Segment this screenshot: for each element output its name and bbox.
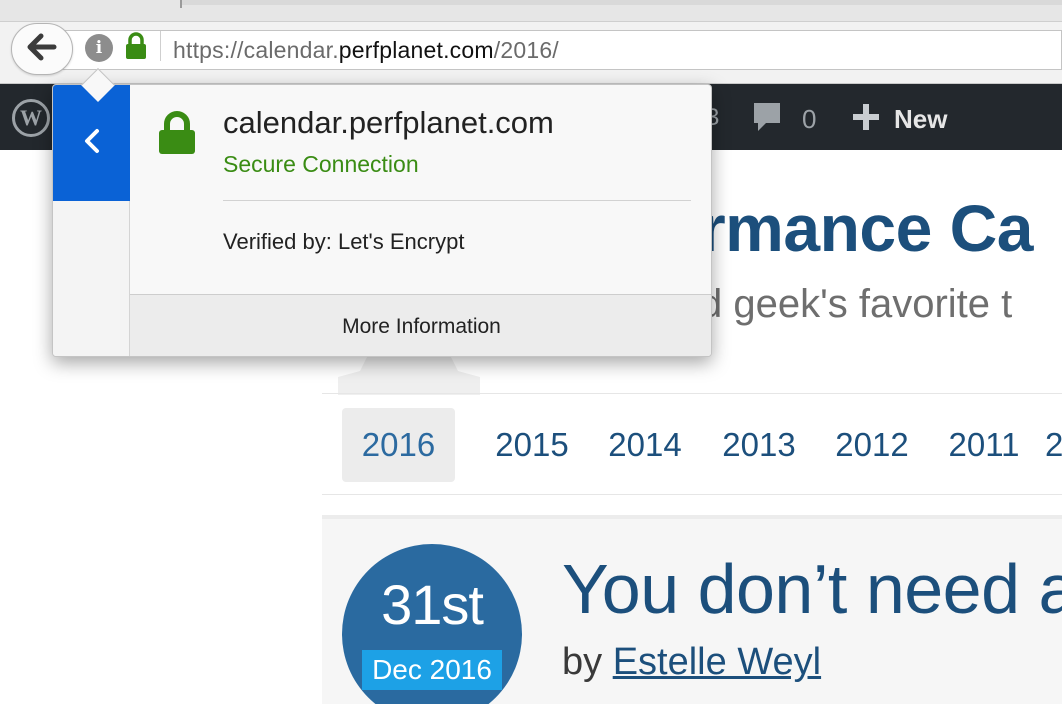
url-prefix: https://calendar. bbox=[173, 37, 339, 63]
comments-count: 0 bbox=[802, 103, 817, 134]
comment-icon bbox=[752, 101, 782, 138]
popup-host: calendar.perfplanet.com bbox=[223, 105, 554, 140]
identity-popup: calendar.perfplanet.com Secure Connectio… bbox=[52, 84, 712, 357]
date-day: 31st bbox=[381, 573, 484, 636]
mascot-image bbox=[338, 355, 480, 395]
year-link-2016[interactable]: 2016 bbox=[342, 408, 455, 482]
date-month: Dec 2016 bbox=[362, 650, 502, 690]
author-link[interactable]: Estelle Weyl bbox=[613, 641, 821, 683]
popup-divider bbox=[223, 200, 691, 201]
article-title[interactable]: You don’t need a bbox=[562, 549, 1062, 629]
info-icon: i bbox=[95, 38, 103, 58]
year-link-2012[interactable]: 2012 bbox=[822, 408, 922, 482]
arrow-left-icon bbox=[27, 33, 57, 66]
year-link-2011[interactable]: 2011 bbox=[934, 408, 1034, 482]
year-link-2014[interactable]: 2014 bbox=[595, 408, 695, 482]
site-info-button[interactable]: i bbox=[85, 34, 113, 62]
article-card: 31st Dec 2016 You don’t need a by Estell… bbox=[322, 515, 1062, 704]
verified-by-label: Verified by: Let's Encrypt bbox=[223, 229, 465, 254]
secure-connection-status: Secure Connection bbox=[223, 151, 419, 177]
chevron-left-icon bbox=[83, 128, 101, 159]
lock-icon bbox=[157, 111, 197, 155]
byline-label: by bbox=[562, 641, 603, 683]
year-link-2013[interactable]: 2013 bbox=[709, 408, 809, 482]
site-tagline: d geek's favorite t bbox=[700, 282, 1013, 326]
tab-strip-edge bbox=[182, 0, 1062, 5]
lock-icon[interactable] bbox=[124, 32, 148, 60]
year-link-partial[interactable]: 2 bbox=[1045, 408, 1062, 482]
plus-icon bbox=[852, 103, 880, 136]
admin-bar-new[interactable]: New bbox=[852, 102, 947, 136]
url-bar[interactable]: https://calendar.perfplanet.com/2016/ bbox=[60, 30, 1062, 70]
date-badge: 31st Dec 2016 bbox=[342, 544, 522, 704]
tab-strip bbox=[0, 0, 1062, 22]
url-path: /2016/ bbox=[493, 37, 559, 63]
popup-back-button[interactable] bbox=[53, 85, 130, 201]
back-button[interactable] bbox=[11, 23, 73, 75]
year-link-2015[interactable]: 2015 bbox=[482, 408, 582, 482]
url-bar-separator bbox=[160, 31, 161, 61]
admin-bar-comments[interactable]: 0 bbox=[752, 102, 816, 136]
year-navigation: 2016 2015 2014 2013 2012 2011 2 bbox=[322, 393, 1062, 495]
popup-sidebar bbox=[53, 85, 130, 356]
wordpress-logo-icon[interactable]: W bbox=[12, 99, 50, 137]
navigation-toolbar: https://calendar.perfplanet.com/2016/ i bbox=[0, 22, 1062, 84]
site-title[interactable]: rmance Ca bbox=[700, 190, 1034, 266]
url-text[interactable]: https://calendar.perfplanet.com/2016/ bbox=[173, 35, 559, 65]
new-label: New bbox=[894, 103, 948, 134]
url-host: perfplanet.com bbox=[338, 37, 494, 63]
article-byline: by Estelle Weyl bbox=[562, 641, 821, 684]
more-information-button[interactable]: More Information bbox=[130, 294, 711, 356]
